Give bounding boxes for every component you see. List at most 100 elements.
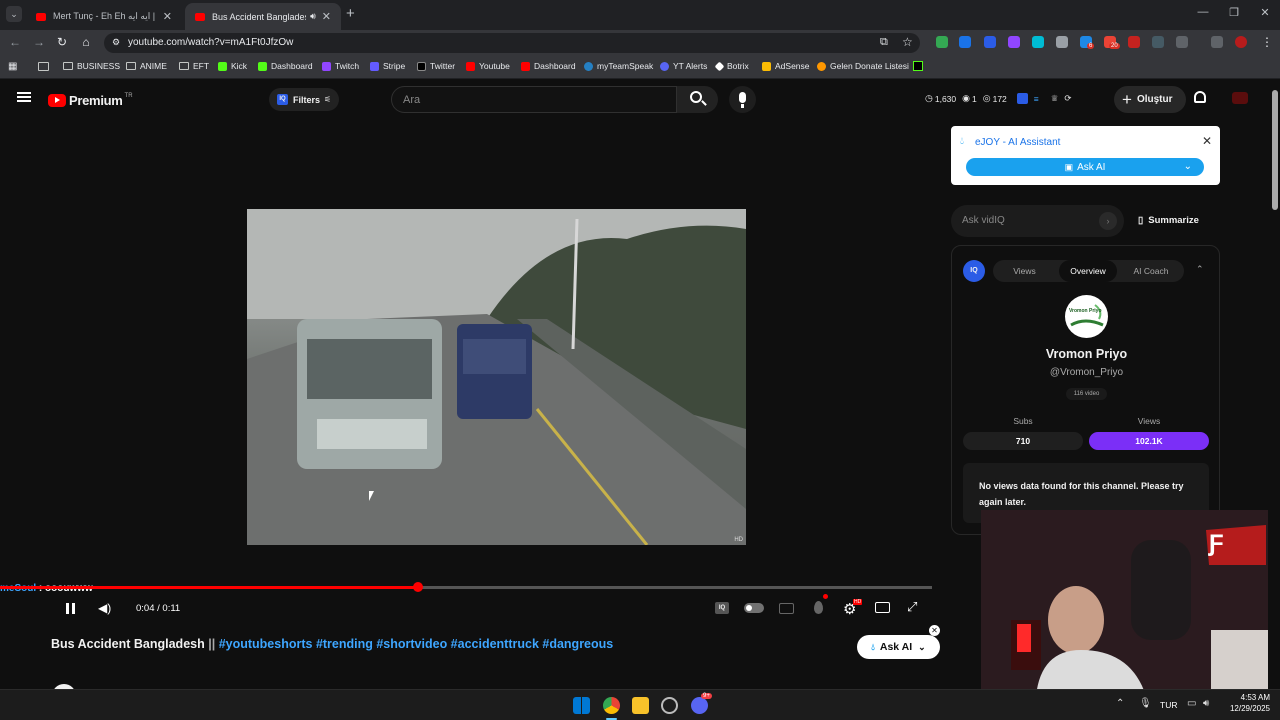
new-tab-button[interactable]: +: [346, 5, 355, 22]
address-bar[interactable]: ⚙︎ youtube.com/watch?v=mA1Ft0JfzOw ⧉ ☆: [104, 33, 920, 53]
home-icon[interactable]: ⌂: [79, 35, 93, 49]
bookmark-twitch[interactable]: Twitch: [322, 61, 359, 71]
pause-button[interactable]: [66, 602, 75, 617]
bookmark-twitter[interactable]: Twitter: [417, 61, 455, 71]
ejoy-ask-ai-button[interactable]: ▣ Ask AI ⌄: [966, 158, 1204, 176]
ask-ai-close-icon[interactable]: ✕: [929, 625, 940, 636]
close-window-button[interactable]: ✕: [1255, 6, 1275, 19]
clock[interactable]: 4:53 AM 12/29/2025: [1224, 693, 1270, 713]
extension-vidiq-icon[interactable]: [984, 36, 996, 48]
ejoy-close-icon[interactable]: ✕: [1202, 134, 1212, 148]
tab-overview[interactable]: Overview: [1059, 260, 1117, 282]
channel-name[interactable]: Vromon Priyo: [952, 347, 1221, 361]
profile-avatar-icon[interactable]: [1235, 36, 1247, 48]
extension-pin-icon[interactable]: [1128, 36, 1140, 48]
video-frame[interactable]: HD: [247, 209, 746, 545]
reload-icon[interactable]: ↻: [55, 35, 69, 49]
tab-close-icon[interactable]: ✕: [322, 10, 331, 23]
autoplay-toggle[interactable]: [744, 603, 764, 613]
bookmark-star-icon[interactable]: ☆: [902, 35, 913, 49]
extension-shield-icon[interactable]: [936, 36, 948, 48]
kick-play-icon[interactable]: [913, 61, 923, 71]
tab-ai-coach[interactable]: AI Coach: [1122, 260, 1180, 282]
bookmark-folder-eft[interactable]: EFT: [179, 61, 209, 71]
bookmark-yt-alerts[interactable]: YT Alerts: [660, 61, 707, 71]
restore-button[interactable]: ❐: [1224, 6, 1244, 19]
bookmark-dashboard-yt[interactable]: Dashboard: [521, 61, 576, 71]
channel-avatar[interactable]: Vromon Priyo: [1065, 295, 1108, 338]
page-scrollbar[interactable]: [1270, 80, 1280, 689]
bookmark-botrix[interactable]: Botrix: [714, 61, 749, 71]
ask-ai-floating-button[interactable]: 💧︎ Ask AI ⌄: [857, 635, 940, 659]
tray-speaker-icon[interactable]: 🔊︎: [1203, 698, 1209, 709]
discord-icon[interactable]: [691, 697, 708, 714]
progress-bar[interactable]: [0, 582, 932, 592]
bookmark-dashboard-kick[interactable]: Dashboard: [258, 61, 313, 71]
install-app-icon[interactable]: ⧉: [880, 36, 888, 49]
back-icon[interactable]: ←: [8, 35, 22, 49]
summarize-button[interactable]: ▯ Summarize: [1138, 215, 1199, 226]
bookmark-stripe[interactable]: Stripe: [370, 61, 405, 71]
tab-views[interactable]: Views: [997, 260, 1052, 282]
tray-volume-icon[interactable]: ▭: [1187, 698, 1196, 709]
search-button[interactable]: [677, 86, 718, 113]
scrollbar-thumb[interactable]: [1272, 90, 1278, 210]
extension-twitch-icon[interactable]: [1008, 36, 1020, 48]
vidiq-player-icon[interactable]: IQ: [715, 602, 729, 614]
site-info-icon[interactable]: ⚙︎: [112, 37, 120, 48]
refresh-icon[interactable]: ⟳: [1064, 93, 1071, 104]
ask-vidiq-input[interactable]: Ask vidIQ ›: [951, 205, 1124, 237]
trophy-icon[interactable]: ♕: [1051, 93, 1059, 104]
notifications-bell-icon[interactable]: [1194, 91, 1206, 103]
bookmark-folder-business[interactable]: BUSINESS: [63, 61, 120, 71]
subs-value[interactable]: 710: [963, 432, 1083, 450]
tab-mert-tunc[interactable]: Mert Tunç - Eh Eh ايه ايه | Arabic ✕: [26, 3, 182, 30]
views-value[interactable]: 102.1K: [1089, 432, 1209, 450]
chrome-icon[interactable]: [603, 697, 620, 714]
tray-mic-icon[interactable]: 🎙︎: [1139, 698, 1152, 709]
vidiq-filters-button[interactable]: IQ Filters ⚟: [269, 88, 339, 111]
tab-search-button[interactable]: ⌄: [6, 6, 22, 22]
account-avatar[interactable]: [1232, 92, 1248, 104]
fullscreen-icon[interactable]: ⤢: [907, 599, 917, 615]
file-explorer-icon[interactable]: [632, 697, 649, 714]
minimize-button[interactable]: —: [1193, 6, 1213, 18]
list-icon[interactable]: ≡: [1034, 94, 1039, 104]
ask-vidiq-send-button[interactable]: ›: [1099, 212, 1117, 230]
chevron-down-icon[interactable]: ⌄: [1184, 158, 1192, 176]
bookmark-adsense[interactable]: AdSense: [762, 61, 810, 71]
tab-bus-accident[interactable]: Bus Accident Bangladesh || 🔊︎ ✕: [185, 3, 341, 30]
tab-close-icon[interactable]: ✕: [163, 10, 172, 23]
reading-list-icon[interactable]: [1211, 36, 1223, 48]
apps-grid-icon[interactable]: ▦: [8, 61, 17, 72]
extensions-puzzle-icon[interactable]: [1176, 36, 1188, 48]
collapse-chevron-icon[interactable]: ⌃: [1196, 264, 1204, 275]
progress-scrubber[interactable]: [413, 582, 424, 592]
create-button[interactable]: + Oluştur: [1114, 86, 1186, 113]
extension-translate-icon[interactable]: [1032, 36, 1044, 48]
windows-start-icon[interactable]: [573, 697, 590, 714]
speaker-icon[interactable]: 🔊︎: [310, 11, 316, 22]
volume-button[interactable]: ◀︎): [98, 601, 111, 615]
extension-box-icon[interactable]: [1152, 36, 1164, 48]
forward-icon[interactable]: →: [32, 35, 46, 49]
search-box[interactable]: [391, 86, 677, 113]
settings-app-icon[interactable]: [661, 697, 678, 714]
bookmark-teamspeak[interactable]: myTeamSpeak: [584, 61, 653, 71]
search-input[interactable]: [392, 87, 676, 112]
youtube-logo[interactable]: Premium TR: [48, 93, 133, 108]
miniplayer-icon[interactable]: [875, 602, 890, 613]
bookmark-youtube[interactable]: Youtube: [466, 61, 510, 71]
video-hashtags[interactable]: #youtubeshorts #trending #shortvideo #ac…: [219, 637, 614, 651]
tray-chevron-icon[interactable]: ⌃: [1116, 698, 1124, 709]
menu-dots-icon[interactable]: ⋮: [1260, 35, 1274, 49]
bookmark-folder-anime[interactable]: ANIME: [126, 61, 167, 71]
extension-arrow-icon[interactable]: [959, 36, 971, 48]
vidiq-icon[interactable]: [1016, 93, 1028, 104]
bookmark-donate[interactable]: Gelen Donate Listesi: [817, 61, 909, 71]
voice-search-button[interactable]: [729, 86, 756, 113]
folder-icon[interactable]: [38, 62, 49, 71]
bookmark-kick[interactable]: Kick: [218, 61, 247, 71]
hamburger-menu-icon[interactable]: [17, 92, 31, 102]
language-indicator[interactable]: TUR: [1160, 700, 1177, 710]
